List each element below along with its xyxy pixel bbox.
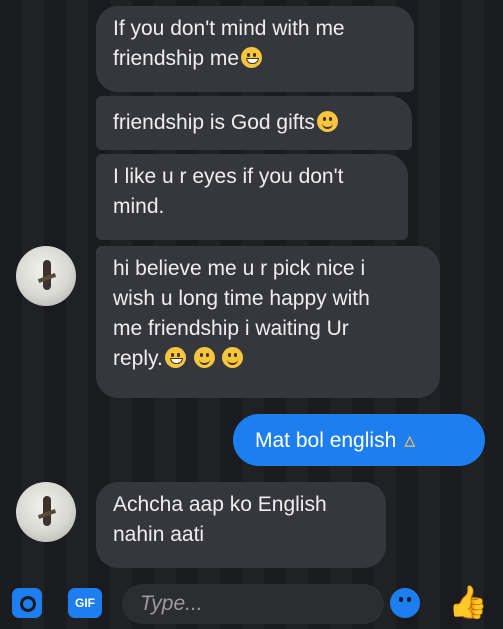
message-received[interactable]: friendship is God gifts bbox=[96, 96, 412, 150]
contact-avatar[interactable] bbox=[16, 482, 76, 542]
message-text: If you don't mind with me friendship me bbox=[113, 17, 345, 70]
contact-avatar[interactable] bbox=[16, 246, 76, 306]
message-text: I like u r eyes if you don't mind. bbox=[113, 165, 344, 218]
message-text: friendship is God gifts bbox=[113, 111, 315, 134]
message-input[interactable]: Type... bbox=[122, 584, 384, 624]
like-icon[interactable]: 👍 bbox=[448, 584, 488, 620]
smile-emoji-icon bbox=[316, 111, 338, 132]
message-text: Achcha aap ko English nahin aati bbox=[113, 493, 327, 546]
message-received[interactable]: Achcha aap ko English nahin aati bbox=[96, 482, 386, 568]
message-sent[interactable]: Mat bol english ▵ bbox=[233, 414, 485, 466]
camera-icon[interactable] bbox=[12, 588, 42, 618]
grin-emoji-icon bbox=[164, 347, 186, 368]
wink-emoji-icon bbox=[222, 347, 244, 368]
folded-hands-icon: ▵ bbox=[404, 427, 416, 452]
smile-emoji-icon bbox=[193, 347, 215, 368]
message-text: Mat bol english bbox=[255, 429, 397, 452]
message-composer: GIF Type... 👍 bbox=[0, 578, 503, 629]
grin-emoji-icon bbox=[241, 47, 263, 68]
message-received[interactable]: hi believe me u r pick nice i wish u lon… bbox=[96, 246, 440, 398]
message-received[interactable]: I like u r eyes if you don't mind. bbox=[96, 154, 408, 240]
gif-icon[interactable]: GIF bbox=[68, 588, 102, 618]
emoji-icon[interactable] bbox=[390, 588, 420, 618]
message-received[interactable]: If you don't mind with me friendship me bbox=[96, 6, 414, 92]
